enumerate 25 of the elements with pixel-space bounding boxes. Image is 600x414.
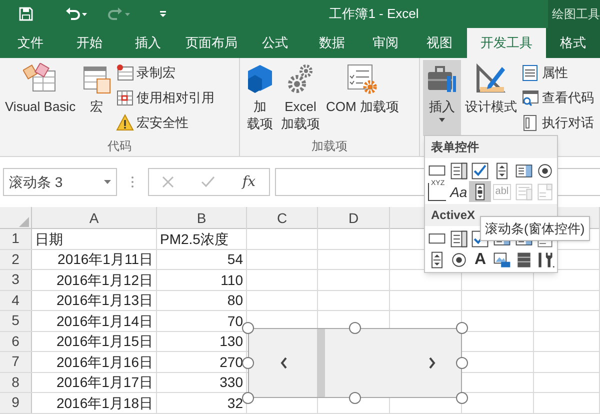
menu-heading: ActiveX xyxy=(431,207,476,224)
table-cell: 80 xyxy=(227,291,243,310)
table-cell: 2016年1月18日 xyxy=(56,394,153,412)
window-title: 工作簿1 - Excel xyxy=(329,5,419,24)
table-cell: 330 xyxy=(220,373,243,392)
group-label: 加载项 xyxy=(312,138,348,155)
table-cell: 日期 xyxy=(35,230,63,248)
table-cell: 54 xyxy=(227,250,243,268)
table-cell: 2016年1月11日 xyxy=(58,250,153,268)
context-tab-group: 绘图工具 xyxy=(552,5,600,23)
table-cell: PM2.5浓度 xyxy=(160,230,228,248)
table-cell: 2016年1月17日 xyxy=(56,373,153,392)
tooltip: 滚动条(窗体控件) xyxy=(480,216,590,241)
table-cell: 110 xyxy=(220,270,243,289)
menu-heading: 表单控件 xyxy=(431,139,479,156)
table-cell: 2016年1月16日 xyxy=(56,352,153,371)
table-cell: 70 xyxy=(227,312,243,330)
table-cell: 270 xyxy=(220,352,243,371)
table-cell: 2016年1月14日 xyxy=(56,312,153,330)
group-label: 代码 xyxy=(108,138,132,155)
table-cell: 2016年1月13日 xyxy=(56,291,153,310)
table-cell: 32 xyxy=(227,394,243,412)
table-cell: 2016年1月15日 xyxy=(56,332,153,350)
table-cell: 2016年1月12日 xyxy=(56,270,153,289)
table-cell: 130 xyxy=(220,332,243,350)
